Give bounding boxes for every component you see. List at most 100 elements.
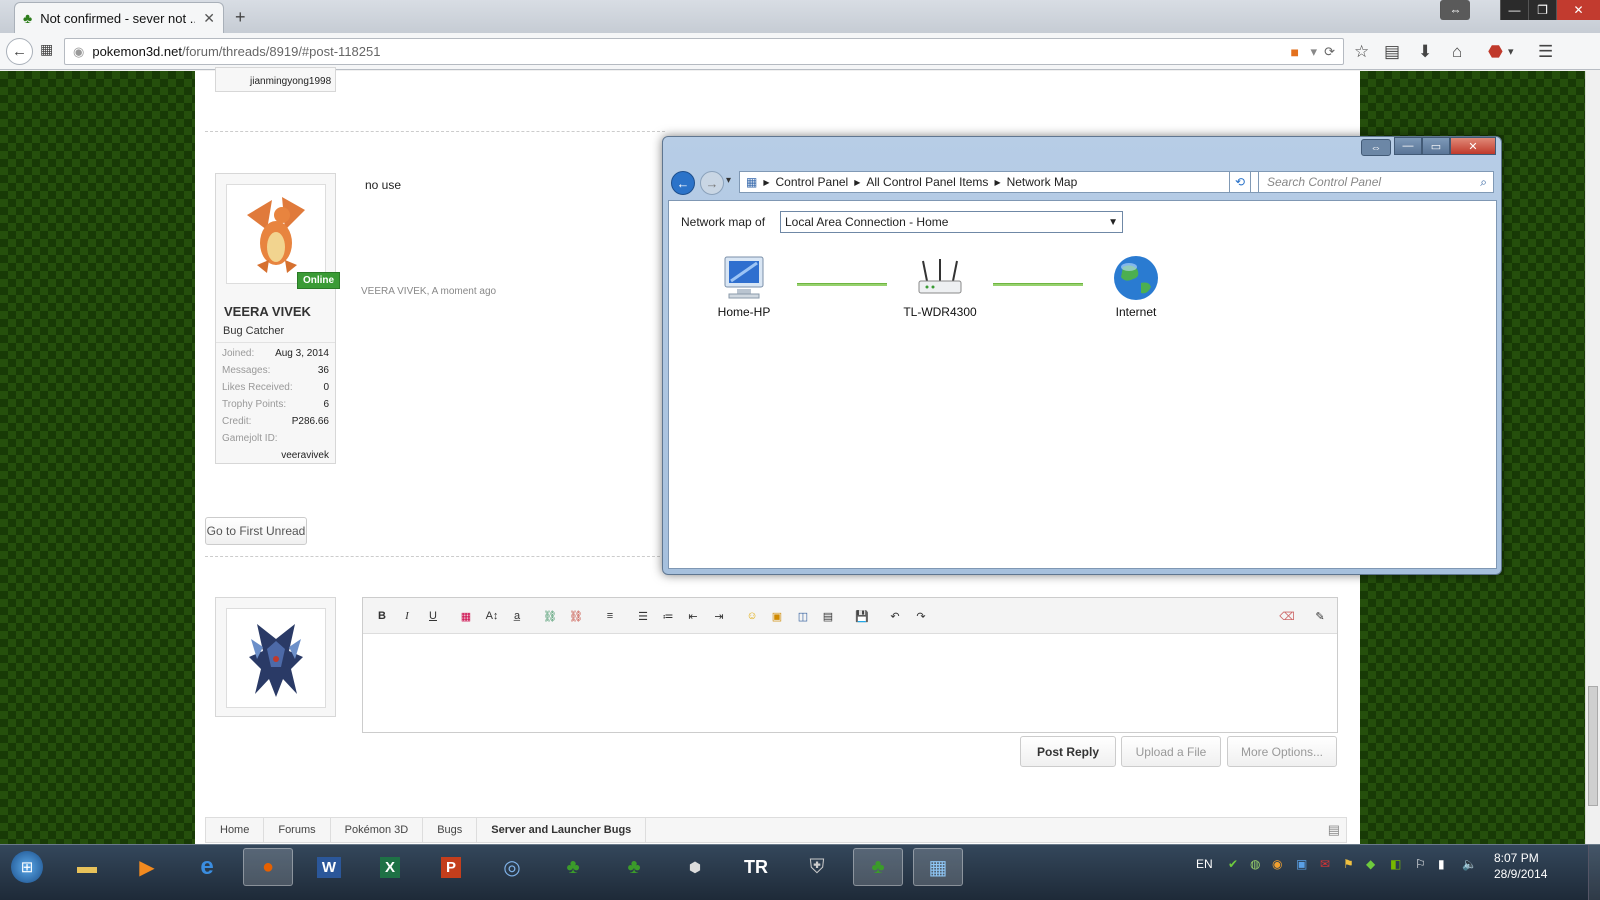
taskbar-app[interactable]: ◎ [487, 848, 537, 886]
breadcrumb-item[interactable]: Home [206, 818, 265, 842]
url-bar[interactable]: ◉ pokemon3d.net /forum/threads/8919/#pos… [64, 38, 1344, 65]
tray-mail-icon[interactable]: ✉ [1320, 857, 1330, 871]
reload-icon[interactable]: ⟳ [1324, 44, 1335, 60]
path-item[interactable]: All Control Panel Items [866, 175, 988, 189]
tray-action-center-icon[interactable]: ⚐ [1415, 857, 1426, 871]
node-router[interactable]: TL-WDR4300 [900, 253, 980, 319]
explorer-address-bar[interactable]: ▦ ▶ Control Panel ▶ All Control Panel It… [739, 171, 1289, 193]
connection-select[interactable]: Local Area Connection - Home ▼ [780, 211, 1123, 233]
tray-antivirus-icon[interactable]: ◆ [1366, 857, 1375, 871]
taskbar-firefox[interactable]: ● [243, 848, 293, 886]
search-icon[interactable]: ⌕ [1480, 175, 1487, 190]
prev-username[interactable]: jianmingyong1998 [250, 76, 331, 87]
scrollbar-thumb[interactable] [1588, 686, 1598, 806]
tab-close-icon[interactable]: ✕ [203, 10, 215, 27]
explorer-maximize-button[interactable]: ▭ [1422, 137, 1450, 155]
taskbar-powerpoint[interactable]: P [426, 848, 476, 886]
home-icon[interactable]: ⌂ [1452, 42, 1462, 62]
clock-date[interactable]: 28/9/2014 [1494, 867, 1547, 881]
browser-tab[interactable]: ♣ Not confirmed - sever not ... ✕ [14, 2, 224, 33]
new-tab-button[interactable]: + [235, 7, 246, 28]
post-reply-button[interactable]: Post Reply [1020, 736, 1116, 767]
toggle-bbcode-icon[interactable]: ✎ [1311, 607, 1329, 625]
explorer-close-button[interactable]: ✕ [1450, 137, 1496, 155]
insert-image-icon[interactable]: ▣ [768, 607, 786, 625]
adblock-icon[interactable]: ⬣ [1488, 42, 1503, 62]
user-avatar[interactable] [226, 184, 326, 284]
bullet-list-icon[interactable]: ☰ [634, 607, 652, 625]
reading-list-icon[interactable]: ▤ [1384, 42, 1400, 62]
path-item[interactable]: Network Map [1007, 175, 1078, 189]
explorer-forward-button[interactable]: → [700, 171, 724, 195]
breadcrumb-item[interactable]: Pokémon 3D [331, 818, 424, 842]
post-author-line[interactable]: VEERA VIVEK, A moment ago [361, 286, 496, 297]
go-to-first-unread-button[interactable]: Go to First Unread [205, 517, 307, 545]
font-size-icon[interactable]: A↕ [483, 607, 501, 625]
insert-more-icon[interactable]: ▤ [819, 607, 837, 625]
window-resize-icon[interactable]: ⇔ [1361, 139, 1391, 156]
download-icon[interactable]: ⬇ [1418, 42, 1432, 62]
bookmark-star-icon[interactable]: ☆ [1354, 42, 1369, 62]
node-computer[interactable]: Home-HP [704, 253, 784, 319]
breadcrumb-item[interactable]: Forums [264, 818, 331, 842]
language-indicator[interactable]: EN [1196, 857, 1213, 871]
taskbar-control-panel[interactable]: ▦ [913, 848, 963, 886]
tray-update-icon[interactable]: ◉ [1272, 857, 1282, 871]
tray-volume-icon[interactable]: 🔈 [1462, 857, 1477, 871]
tray-nvidia-icon[interactable]: ◧ [1390, 857, 1401, 871]
reply-avatar[interactable] [226, 608, 326, 708]
upload-file-button[interactable]: Upload a File [1121, 736, 1221, 767]
menu-icon[interactable]: ☰ [1538, 42, 1553, 62]
outdent-icon[interactable]: ⇤ [684, 607, 702, 625]
taskbar-explorer[interactable]: ▬ [62, 848, 112, 886]
path-item[interactable]: Control Panel [776, 175, 849, 189]
more-options-button[interactable]: More Options... [1227, 736, 1337, 767]
smilie-icon[interactable]: ☺ [743, 607, 761, 625]
align-icon[interactable]: ≡ [601, 607, 619, 625]
clock-time[interactable]: 8:07 PM [1494, 851, 1539, 865]
explorer-refresh-button[interactable]: ⟲ [1229, 171, 1251, 193]
italic-icon[interactable]: I [398, 607, 416, 625]
recent-pages-dropdown-icon[interactable]: ▾ [726, 175, 731, 186]
font-family-icon[interactable]: a̲ [508, 607, 526, 625]
sitemap-icon[interactable]: ▤ [1328, 822, 1340, 838]
taskbar-excel[interactable]: X [365, 848, 415, 886]
stat-value[interactable]: 36 [318, 365, 329, 382]
tray-security-icon[interactable]: ◍ [1250, 857, 1260, 871]
breadcrumb-item-current[interactable]: Server and Launcher Bugs [477, 818, 647, 842]
dropdown-arrow-icon[interactable]: ▾ [1310, 44, 1317, 60]
breadcrumb-item[interactable]: Bugs [423, 818, 478, 842]
indent-icon[interactable]: ⇥ [710, 607, 728, 625]
show-desktop-button[interactable] [1588, 845, 1600, 900]
taskbar-media-player[interactable]: ▶ [122, 848, 172, 886]
node-internet[interactable]: Internet [1096, 253, 1176, 319]
text-color-icon[interactable]: ▦ [457, 607, 475, 625]
reply-editor[interactable]: B I U ▦ A↕ a̲ ⛓ ⛓ ≡ ☰ ≔ ⇤ ⇥ ☺ ▣ ◫ ▤ 💾 ↶ … [362, 597, 1338, 733]
close-button[interactable]: ✕ [1556, 0, 1600, 20]
tray-flag-icon[interactable]: ⚑ [1343, 857, 1354, 871]
taskbar-pokemon3d-active[interactable]: ♣ [853, 848, 903, 886]
numbered-list-icon[interactable]: ≔ [659, 607, 677, 625]
taskbar-tomb-raider[interactable]: TR [731, 848, 781, 886]
start-button[interactable]: ⊞ [3, 848, 51, 886]
underline-icon[interactable]: U [424, 607, 442, 625]
taskbar-pokemon3d[interactable]: ♣ [548, 848, 598, 886]
apps-grid-icon[interactable]: ▦ [40, 41, 53, 58]
insert-media-icon[interactable]: ◫ [794, 607, 812, 625]
taskbar-world-of-tanks[interactable]: ⛨ [792, 848, 842, 886]
unlink-icon[interactable]: ⛓ [567, 607, 585, 625]
tray-signal-icon[interactable]: ▮ [1438, 857, 1445, 871]
save-draft-icon[interactable]: 💾 [853, 607, 871, 625]
taskbar-sleeping-dogs[interactable]: ⬢ [670, 848, 720, 886]
adblock-dropdown-icon[interactable]: ▾ [1508, 45, 1514, 58]
taskbar-pokemon3d-2[interactable]: ♣ [609, 848, 659, 886]
undo-icon[interactable]: ↶ [886, 607, 904, 625]
bold-icon[interactable]: B [373, 607, 391, 625]
post-username[interactable]: VEERA VIVEK [224, 304, 311, 319]
explorer-minimize-button[interactable]: — [1394, 137, 1422, 155]
remove-formatting-icon[interactable]: ⌫ [1278, 607, 1296, 625]
fullscreen-toggle-icon[interactable]: ⇔ [1440, 0, 1470, 20]
tray-check-icon[interactable]: ✔ [1228, 857, 1238, 871]
minimize-button[interactable]: — [1500, 0, 1528, 20]
redo-icon[interactable]: ↷ [912, 607, 930, 625]
